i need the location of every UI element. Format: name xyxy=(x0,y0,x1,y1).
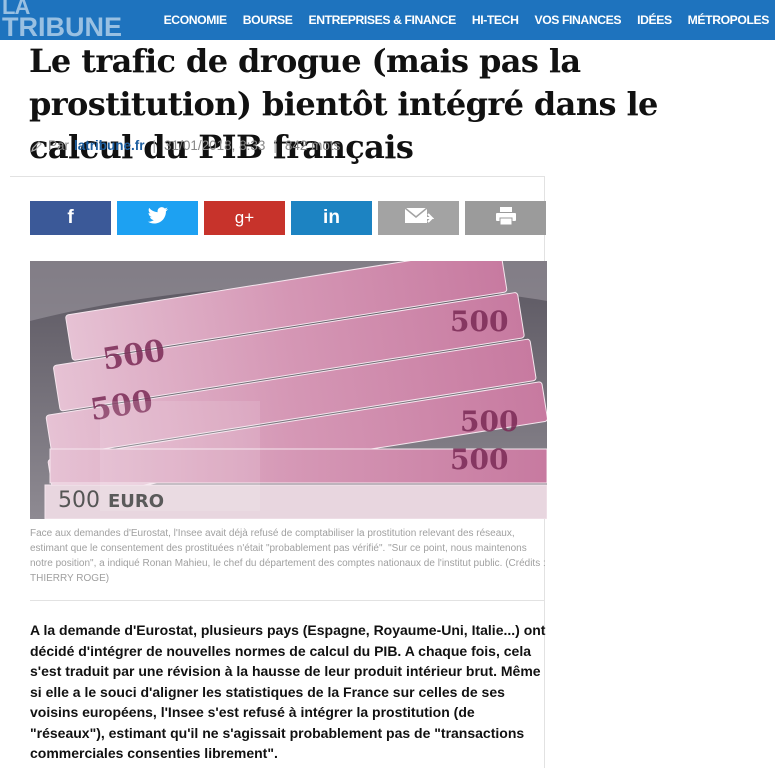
nav-item-vos-finances[interactable]: VOS FINANCES xyxy=(526,13,629,27)
article-meta: Par latribune.fr | 31/01/2018, 8:33 | 84… xyxy=(31,138,340,153)
top-nav-bar: LA TRIBUNE ECONOMIE BOURSE ENTREPRISES &… xyxy=(0,0,775,42)
nav-item-entreprises-finance[interactable]: ENTREPRISES & FINANCE xyxy=(300,13,463,27)
divider xyxy=(30,600,545,601)
nav-item-bourse[interactable]: BOURSE xyxy=(235,13,301,27)
banknote-value: 500 xyxy=(58,488,100,513)
logo-line-2: TRIBUNE xyxy=(2,12,122,42)
meta-by: Par xyxy=(48,138,70,153)
meta-separator: | xyxy=(152,138,157,153)
googleplus-share-button[interactable]: g+ xyxy=(204,201,285,235)
linkedin-icon: in xyxy=(323,207,340,228)
banknote-value: 500 xyxy=(450,443,508,476)
article-lead: A la demande d'Eurostat, plusieurs pays … xyxy=(30,622,546,761)
nav-item-idees[interactable]: IDÉES xyxy=(629,13,680,27)
nav-item-hi-tech[interactable]: HI-TECH xyxy=(464,13,527,27)
facebook-share-button[interactable]: f xyxy=(30,201,111,235)
print-button[interactable] xyxy=(465,201,546,235)
banknote-value: 500 xyxy=(460,405,518,438)
nav-item-metropoles[interactable]: MÉTROPOLES xyxy=(680,13,770,27)
article-photo: 500 500 500 500 500 500 EURO xyxy=(30,261,547,519)
banknote-value: 500 xyxy=(450,305,508,338)
twitter-share-button[interactable] xyxy=(117,201,198,235)
main-nav: ECONOMIE BOURSE ENTREPRISES & FINANCE HI… xyxy=(156,0,770,40)
author-link[interactable]: latribune.fr xyxy=(74,138,145,153)
word-count: 842 mots xyxy=(284,138,341,153)
meta-separator: | xyxy=(273,138,277,153)
envelope-icon xyxy=(404,206,434,231)
banknotes-image: 500 500 500 500 500 500 EURO xyxy=(30,261,547,519)
nav-item-economie[interactable]: ECONOMIE xyxy=(156,13,235,27)
twitter-bird-icon xyxy=(147,206,169,230)
facebook-icon: f xyxy=(67,207,74,228)
printer-icon xyxy=(495,206,517,231)
site-logo[interactable]: LA TRIBUNE xyxy=(2,0,122,42)
linkedin-share-button[interactable]: in xyxy=(291,201,372,235)
photo-caption: Face aux demandes d'Eurostat, l'Insee av… xyxy=(30,528,546,584)
email-share-button[interactable] xyxy=(378,201,459,235)
publish-date: 31/01/2018, 8:33 xyxy=(164,138,266,153)
googleplus-icon: g+ xyxy=(234,208,255,227)
share-buttons: f g+ in xyxy=(30,201,546,235)
pencil-icon xyxy=(31,140,43,152)
